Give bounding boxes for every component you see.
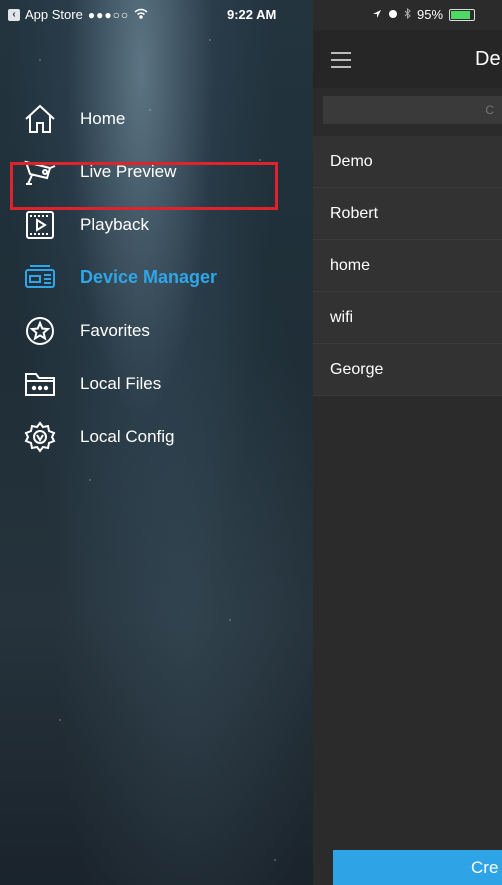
side-drawer: Home Live Preview Playback Device Manage… [0,0,313,885]
nav-bar: De [313,30,502,88]
alarm-icon [388,7,398,22]
search-input[interactable] [323,96,502,124]
gear-icon [20,417,60,457]
device-row-george[interactable]: George [313,344,502,396]
back-app-label[interactable]: App Store [25,7,83,22]
battery-icon [449,8,476,21]
battery-percent: 95% [417,7,444,22]
bluetooth-icon [404,7,411,22]
status-left: ‹ App Store ●●●○○ [8,7,148,22]
sidebar-item-label: Home [80,108,126,128]
sidebar-item-local-config[interactable]: Local Config [0,410,313,463]
status-right: 95% [372,7,476,22]
sidebar-item-home[interactable]: Home [0,92,313,145]
device-manager-panel: De Demo Robert home wifi George Cre [313,0,502,885]
location-arrow-icon [372,7,382,22]
signal-strength: ●●●○○ [87,7,130,22]
hamburger-menu-icon[interactable] [331,52,351,68]
back-to-app-icon[interactable]: ‹ [8,8,20,21]
playback-icon [20,205,60,245]
status-bar: ‹ App Store ●●●○○ 9:22 AM 95% [0,0,502,30]
sidebar-item-label: Device Manager [80,267,218,287]
sidebar-item-local-files[interactable]: Local Files [0,357,313,410]
wifi-icon [134,7,148,22]
folder-icon [20,364,60,404]
sidebar-item-label: Favorites [80,320,150,340]
device-list: Demo Robert home wifi George [313,136,502,396]
device-row-demo[interactable]: Demo [313,136,502,188]
device-icon [20,258,60,298]
sidebar-item-label: Local Files [80,373,162,393]
home-icon [20,99,60,139]
device-row-wifi[interactable]: wifi [313,292,502,344]
sidebar-item-device-manager[interactable]: Device Manager [0,251,313,304]
sidebar-item-label: Playback [80,214,149,234]
selection-highlight-box [10,162,278,210]
drawer-menu: Home Live Preview Playback Device Manage… [0,92,313,463]
star-icon [20,311,60,351]
sidebar-item-label: Local Config [80,426,175,446]
sidebar-item-favorites[interactable]: Favorites [0,304,313,357]
create-button[interactable]: Cre [333,850,502,885]
device-row-home[interactable]: home [313,240,502,292]
page-title: De [475,48,501,70]
create-button-label: Cre [471,858,499,877]
device-row-robert[interactable]: Robert [313,188,502,240]
status-time: 9:22 AM [227,7,277,22]
